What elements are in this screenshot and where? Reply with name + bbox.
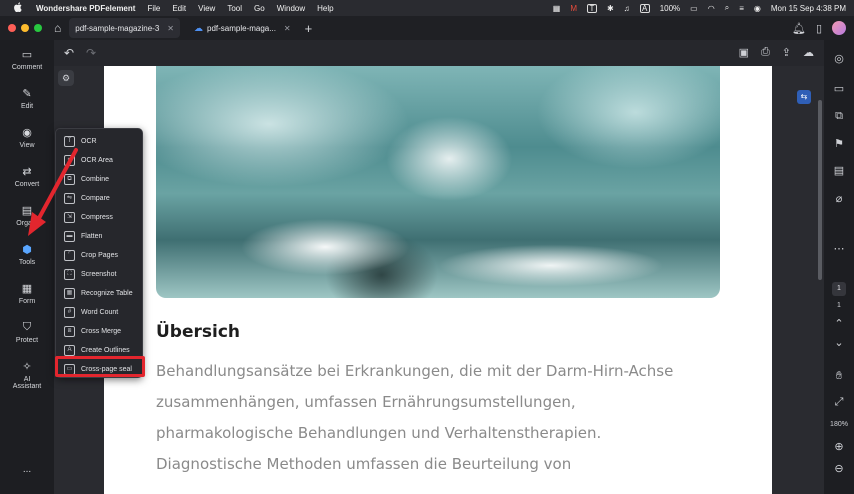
red-arrow-annotation [28, 148, 78, 236]
